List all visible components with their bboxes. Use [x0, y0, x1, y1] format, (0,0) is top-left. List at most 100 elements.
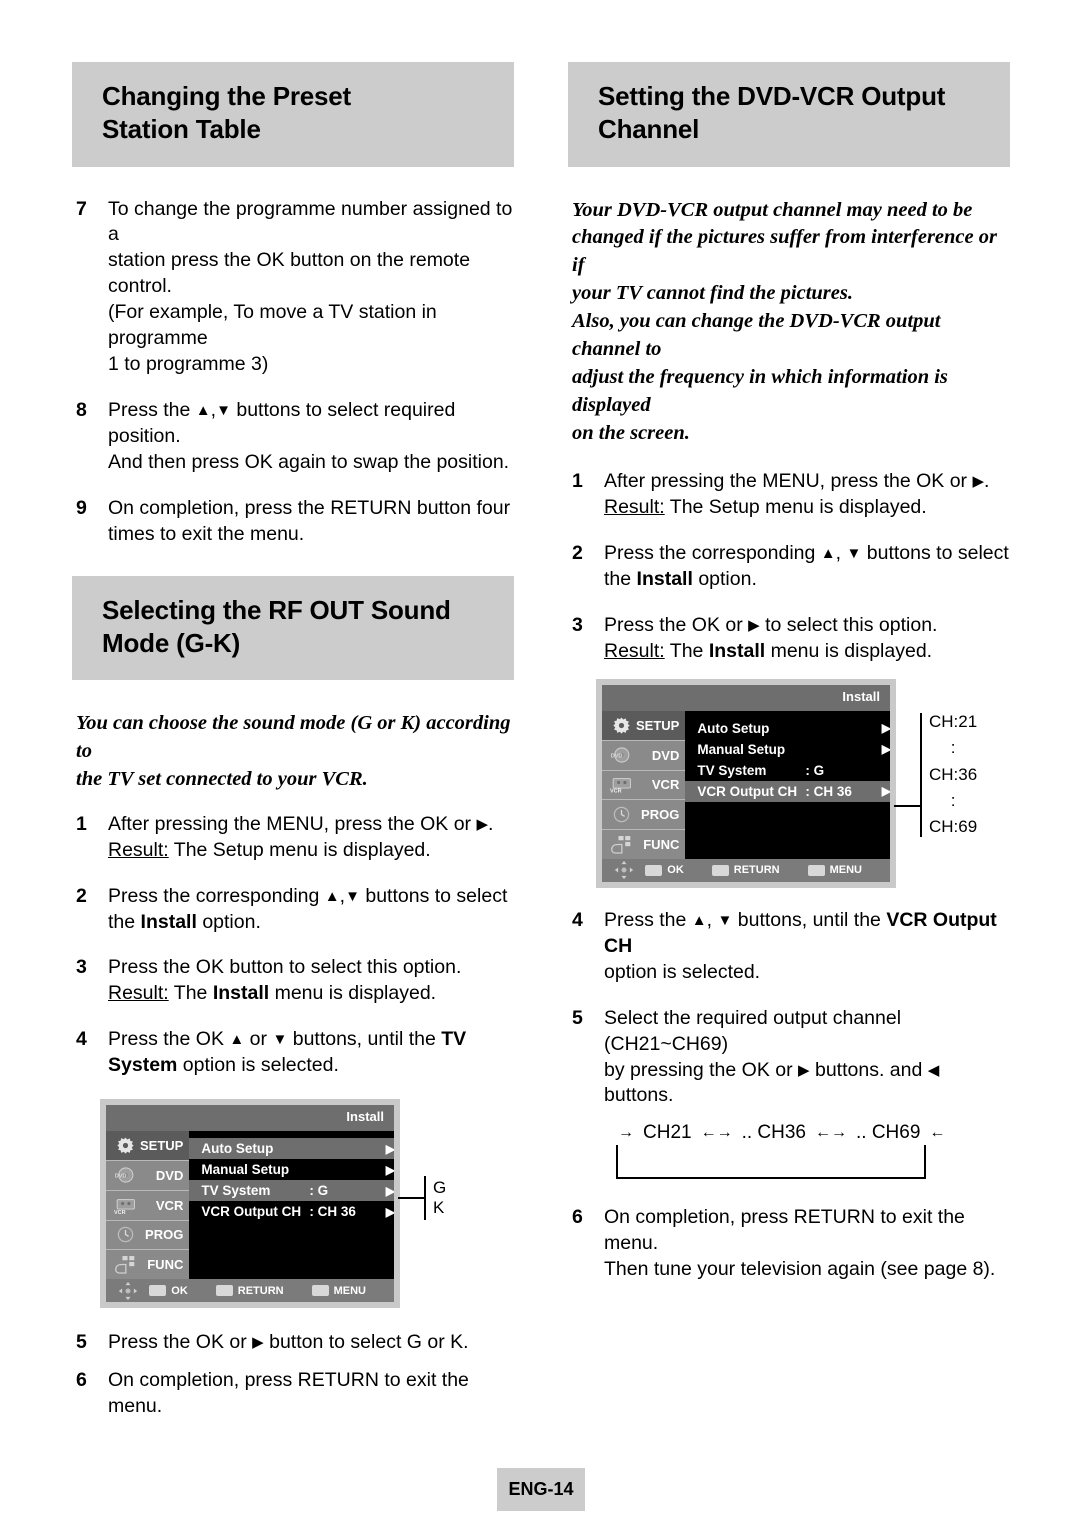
chevron-right-icon: ▶	[385, 1183, 394, 1198]
step-item: 6 On completion, press RETURN to exit th…	[568, 1205, 1010, 1283]
triangle-down-icon: ▼	[345, 887, 360, 905]
osd-sidebar-item-prog[interactable]: PROG	[602, 800, 686, 831]
step-line: Press the OK or ▶ button to select G or …	[108, 1330, 514, 1356]
osd-footer-bar: OK RETURN MENU	[602, 858, 890, 882]
osd-sidebar-item-dvd[interactable]: DVD DVD	[106, 1161, 190, 1191]
step-text: buttons, until the	[737, 908, 881, 931]
triangle-down-icon: ▼	[717, 911, 733, 929]
step-text: After pressing the MENU, press the OK or	[108, 812, 472, 835]
step-text: button to select G or K.	[269, 1331, 469, 1354]
step-text: by pressing the OK or	[604, 1058, 793, 1081]
callout-label: CH:21	[929, 711, 978, 731]
osd-sidebar-item-setup[interactable]: SETUP	[106, 1131, 190, 1161]
osd-body: SETUP DVD DVD VCR VCR PROG FUNC Auto Set…	[106, 1131, 394, 1280]
osd-row-label: TV System	[201, 1183, 271, 1199]
osd-menu-row-vcr-output-ch[interactable]: VCR Output CH : CH 36 ▶	[189, 1201, 394, 1222]
step-line: Press the corresponding ▲, ▼ buttons to …	[604, 541, 1010, 567]
callout-label-group: G K	[433, 1178, 446, 1218]
step-line: option is selected.	[604, 960, 761, 983]
osd-footer-menu[interactable]: MENU	[807, 864, 862, 877]
result-label: Result:	[604, 640, 665, 663]
osd-menu-row-manual-setup[interactable]: Manual Setup ▶	[685, 739, 890, 760]
callout-label-group: CH:21 : CH:36 : CH:69	[929, 709, 977, 841]
osd-sidebar-item-func[interactable]: FUNC	[106, 1250, 189, 1279]
osd-footer-label: OK	[667, 864, 684, 877]
osd-sidebar-label: SETUP	[140, 1138, 184, 1154]
osd-footer-return[interactable]: RETURN	[215, 1285, 284, 1297]
bidirectional-arrow-icon: ←→	[700, 1124, 733, 1142]
step-number: 3	[572, 614, 583, 637]
osd-sidebar-label: DVD	[155, 1167, 184, 1183]
step-result-line: Result: The Install menu is displayed.	[108, 981, 514, 1007]
arrow-left-icon: ←	[929, 1124, 946, 1142]
step-line: After pressing the MENU, press the OK or…	[108, 812, 514, 838]
section-heading-setting-dvd-vcr-output-channel: Setting the DVD-VCR Output Channel	[568, 62, 1010, 167]
step-item: 5 Select the required output channel (CH…	[568, 1006, 1010, 1110]
osd-title-text: Install	[842, 688, 880, 704]
triangle-right-icon: ▶	[252, 1334, 264, 1352]
result-label: Result:	[604, 496, 665, 519]
step-text: buttons. and	[814, 1058, 923, 1081]
comma-separator: ,	[706, 908, 713, 931]
osd-menu-row-auto-setup[interactable]: Auto Setup ▶	[685, 718, 890, 739]
heading-line-1: Selecting the RF OUT Sound	[102, 594, 451, 625]
osd-footer-label: MENU	[829, 864, 862, 877]
osd-footer-label: MENU	[333, 1284, 366, 1297]
step-line: the Install option.	[604, 567, 1010, 593]
osd-sidebar-item-vcr[interactable]: VCR VCR	[106, 1191, 190, 1221]
osd-footer-ok[interactable]: OK	[149, 1285, 188, 1297]
step-line: Select the required output channel (CH21…	[604, 1006, 902, 1055]
svg-text:DVD: DVD	[115, 1174, 127, 1180]
osd-row-label: VCR Output CH	[201, 1204, 302, 1220]
osd-sidebar-label: VCR	[155, 1197, 184, 1213]
triangle-down-icon: ▼	[272, 1031, 288, 1049]
osd-footer-label: OK	[171, 1284, 188, 1297]
osd-screenshot-tv-system: Install SETUP DVD DVD VCR VCR PROG FUNC …	[100, 1099, 446, 1309]
right-column: Setting the DVD-VCR Output Channel Your …	[568, 62, 1010, 1303]
heading-line-2: Mode (G-K)	[102, 627, 241, 658]
triangle-up-icon: ▲	[691, 911, 707, 929]
osd-sidebar-item-vcr[interactable]: VCR VCR	[602, 771, 686, 801]
callout-label: K	[433, 1198, 445, 1218]
step-result-line: Result: The Install menu is displayed.	[604, 639, 1010, 665]
step-number: 2	[572, 542, 583, 565]
step-number: 1	[572, 470, 583, 493]
result-text: The	[173, 982, 208, 1005]
osd-menu-row-auto-setup[interactable]: Auto Setup ▶	[189, 1138, 394, 1160]
osd-row-label: VCR Output CH	[697, 783, 798, 799]
step-number: 4	[76, 1028, 87, 1051]
step-text: the	[108, 910, 136, 933]
triangle-right-icon: ▶	[798, 1061, 810, 1079]
triangle-right-icon: ▶	[748, 617, 760, 635]
step-number: 8	[76, 398, 87, 421]
osd-menu-row-vcr-output-ch[interactable]: VCR Output CH : CH 36 ▶	[685, 780, 890, 802]
osd-sidebar-item-prog[interactable]: PROG	[106, 1221, 190, 1251]
step-number: 9	[76, 496, 87, 519]
triangle-up-icon: ▲	[195, 401, 211, 419]
osd-menu-row-manual-setup[interactable]: Manual Setup ▶	[189, 1159, 394, 1180]
svg-text:VCR: VCR	[114, 1209, 126, 1213]
channel-cycle-diagram: → CH21 ←→ .. CH36 ←→ .. CH69 ←	[612, 1119, 952, 1181]
osd-title-bar: Install	[602, 684, 890, 711]
osd-footer-ok[interactable]: OK	[645, 864, 684, 876]
osd-sidebar-item-func[interactable]: FUNC	[602, 830, 685, 859]
chevron-right-icon: ▶	[385, 1141, 394, 1156]
osd-row-value: : CH 36	[805, 783, 852, 799]
osd-title-bar: Install	[106, 1105, 394, 1132]
osd-row-label: Manual Setup	[697, 741, 786, 757]
step-number: 3	[76, 956, 87, 979]
osd-sidebar-label: FUNC	[643, 837, 680, 853]
osd-footer-return[interactable]: RETURN	[711, 864, 780, 876]
osd-footer-menu[interactable]: MENU	[311, 1284, 366, 1297]
step-text: Press the OK	[108, 1028, 224, 1051]
ok-button-icon	[645, 864, 663, 876]
osd-menu-row-tv-system[interactable]: TV System : G	[685, 760, 890, 781]
step-text: the	[604, 568, 632, 591]
osd-menu-row-tv-system[interactable]: TV System : G ▶	[189, 1180, 394, 1202]
step-line: times to exit the menu.	[108, 522, 305, 545]
svg-text:DVD: DVD	[611, 753, 623, 759]
osd-sidebar-item-dvd[interactable]: DVD DVD	[602, 741, 686, 771]
intro-line: Your DVD-VCR output channel may need to …	[572, 198, 973, 221]
osd-sidebar-item-setup[interactable]: SETUP	[602, 710, 686, 741]
heading-line-2: Station Table	[102, 114, 261, 145]
